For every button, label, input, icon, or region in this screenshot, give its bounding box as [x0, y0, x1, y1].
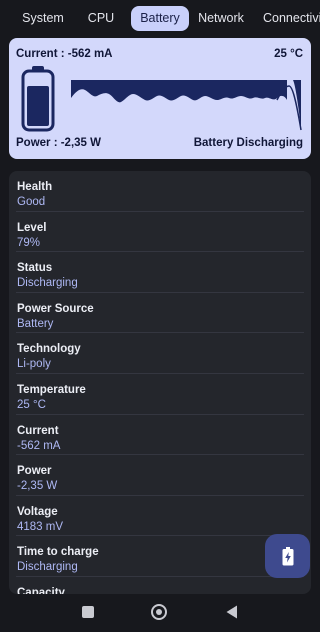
circle-icon[interactable]	[151, 604, 167, 620]
detail-value: Good	[17, 196, 46, 208]
detail-value: -562 mA	[17, 439, 61, 452]
tab-bar: System CPU Battery Network Connectivity	[0, 0, 320, 36]
detail-value: Discharging	[17, 277, 78, 290]
tab-network[interactable]: Network	[194, 6, 248, 31]
detail-label: Technology	[17, 343, 81, 356]
detail-value: 79%	[17, 236, 41, 249]
detail-row-current: Current -562 mA	[16, 415, 304, 456]
detail-label: Status	[17, 262, 53, 275]
tab-system[interactable]: System	[8, 6, 78, 31]
detail-row-technology: Technology Li-poly	[16, 333, 304, 374]
tab-cpu[interactable]: CPU	[80, 6, 122, 31]
detail-label: Time to charge	[17, 546, 99, 559]
tab-connectivity[interactable]: Connectivity	[258, 6, 320, 31]
detail-value: -2,35 W	[17, 480, 58, 493]
current-readout: Current : -562 mA	[16, 48, 113, 60]
detail-row-voltage: Voltage 4183 mV	[16, 496, 304, 537]
detail-row-level: Level 79%	[16, 212, 304, 253]
detail-label: Temperature	[17, 383, 86, 396]
square-icon[interactable]	[82, 606, 94, 618]
detail-label: Health	[17, 181, 53, 193]
battery-state-label: Battery Discharging	[193, 137, 303, 149]
power-readout: Power : -2,35 W	[16, 137, 101, 149]
battery-summary-card: Current : -562 mA 25 °C Power : -2,35 W …	[9, 38, 311, 159]
detail-label: Power Source	[17, 302, 94, 315]
detail-row-power-source: Power Source Battery	[16, 293, 304, 334]
detail-row-capacity: Capacity	[16, 577, 304, 594]
detail-row-health: Health Good	[16, 171, 304, 212]
battery-charging-icon	[282, 546, 293, 565]
detail-label: Level	[17, 221, 47, 234]
detail-row-status: Status Discharging	[16, 252, 304, 293]
detail-value: Discharging	[17, 561, 78, 574]
battery-details-list[interactable]: Health Good Level 79% Status Discharging…	[9, 171, 311, 594]
detail-row-power: Power -2,35 W	[16, 455, 304, 496]
detail-label: Current	[17, 424, 59, 437]
detail-row-time-to-charge: Time to charge Discharging	[16, 536, 304, 577]
detail-value: Battery	[17, 317, 54, 330]
system-nav-bar	[0, 594, 320, 632]
tab-battery[interactable]: Battery	[131, 6, 189, 31]
detail-label: Capacity	[17, 586, 65, 594]
detail-row-temperature: Temperature 25 °C	[16, 374, 304, 415]
current-history-graph	[71, 80, 302, 131]
battery-charging-fab[interactable]	[265, 534, 310, 578]
detail-value: Li-poly	[17, 358, 51, 371]
temperature-readout: 25 °C	[274, 48, 303, 60]
battery-fill	[27, 86, 49, 126]
detail-value: 25 °C	[17, 398, 46, 411]
battery-level-icon	[21, 66, 55, 132]
detail-label: Voltage	[17, 505, 58, 518]
detail-label: Power	[17, 465, 52, 478]
detail-value: 4183 mV	[17, 520, 64, 533]
triangle-back-icon[interactable]	[226, 605, 238, 619]
